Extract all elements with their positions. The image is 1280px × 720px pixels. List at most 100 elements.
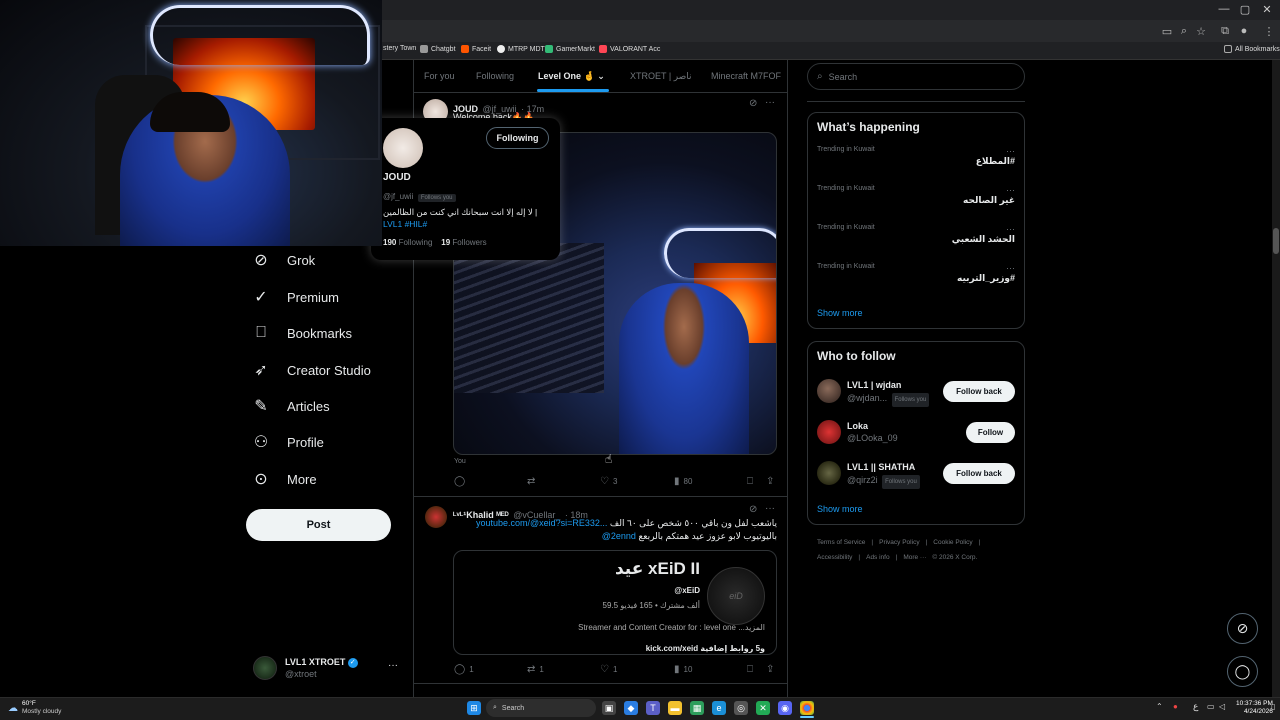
sidebar-item-articles[interactable]: ✎ Articles bbox=[250, 391, 329, 421]
privacy-link[interactable]: Privacy Policy bbox=[879, 539, 919, 546]
mic-icon[interactable]: ● bbox=[1173, 702, 1178, 711]
trend-item[interactable]: Trending in Kuwait ··· #المطلاع bbox=[817, 146, 1015, 167]
following-label[interactable]: Following bbox=[399, 238, 433, 247]
avatar[interactable] bbox=[817, 461, 841, 485]
share-button[interactable]: ⇪ bbox=[766, 664, 774, 675]
tab-level-one[interactable]: Level One 🤞 ⌄ bbox=[538, 71, 605, 82]
hovercard-handle[interactable]: @jf_uwii bbox=[383, 192, 413, 201]
avatar[interactable] bbox=[817, 420, 841, 444]
like-button[interactable]: ♡ 3 bbox=[600, 476, 617, 487]
share-button[interactable]: ⇪ bbox=[766, 476, 774, 487]
bookmark-item[interactable]: GamerMarkt bbox=[545, 45, 595, 53]
sidebar-item-creator-studio[interactable]: ➶ Creator Studio bbox=[250, 355, 371, 385]
follow-button[interactable]: Follow bbox=[966, 422, 1015, 443]
discord-icon[interactable]: ◉ bbox=[778, 701, 792, 715]
more-icon[interactable]: ··· bbox=[765, 97, 775, 108]
more-icon[interactable]: ··· bbox=[1006, 224, 1015, 234]
followers-label[interactable]: Followers bbox=[452, 238, 486, 247]
more-icon[interactable]: ··· bbox=[1006, 185, 1015, 195]
trend-item[interactable]: Trending in Kuwait ··· الحشد الشعبي bbox=[817, 224, 1015, 245]
hovercard-name[interactable]: JOUD bbox=[383, 172, 411, 183]
tab-minecraft[interactable]: Minecraft M7FOF bbox=[711, 71, 781, 81]
task-view-icon[interactable]: ▣ bbox=[602, 701, 616, 715]
reply-button[interactable]: ◯ bbox=[454, 476, 469, 487]
terms-link[interactable]: Terms of Service bbox=[817, 539, 865, 546]
cast-icon[interactable]: ▭ bbox=[1160, 25, 1174, 38]
retweet-button[interactable]: ⇄ 1 bbox=[527, 664, 544, 675]
accessibility-link[interactable]: Accessibility bbox=[817, 554, 852, 561]
like-button[interactable]: ♡ 1 bbox=[600, 664, 617, 675]
show-more-trends-link[interactable]: Show more bbox=[817, 308, 863, 318]
bookmark-button[interactable]: ⎕ bbox=[747, 476, 753, 487]
chrome-icon[interactable] bbox=[800, 701, 814, 715]
followers-count[interactable]: 19 bbox=[441, 238, 450, 247]
messages-float-button[interactable]: ◯ bbox=[1227, 656, 1258, 687]
weather-widget[interactable]: ☁ 60°F Mostly cloudy bbox=[8, 700, 61, 716]
profile-icon[interactable]: ● bbox=[1237, 25, 1251, 37]
edge-icon[interactable]: e bbox=[712, 701, 726, 715]
copilot-icon[interactable]: ◆ bbox=[624, 701, 638, 715]
suggested-user[interactable]: Loka @LOoka_09 bbox=[847, 420, 898, 444]
app-icon[interactable]: ◎ bbox=[734, 701, 748, 715]
following-button[interactable]: Following bbox=[486, 127, 549, 149]
tab-xtroet[interactable]: XTROET | ناصر bbox=[630, 71, 692, 82]
ads-info-link[interactable]: Ads info bbox=[866, 554, 890, 561]
sidebar-item-premium[interactable]: ✓ Premium bbox=[250, 282, 339, 312]
link-preview-card[interactable]: eiD عيد xEiD II @xEiD 59.5 ألف مشترك • 1… bbox=[453, 550, 777, 655]
sidebar-item-profile[interactable]: ⚇ Profile bbox=[250, 427, 324, 457]
cookie-link[interactable]: Cookie Policy bbox=[933, 539, 972, 546]
bookmark-item[interactable]: Faceit bbox=[461, 45, 491, 53]
more-icon[interactable]: ··· bbox=[1006, 146, 1015, 156]
follow-back-button[interactable]: Follow back bbox=[943, 463, 1015, 484]
language-indicator[interactable]: ع bbox=[1193, 701, 1198, 712]
following-count[interactable]: 190 bbox=[383, 238, 396, 247]
chevron-down-icon[interactable]: ⌄ bbox=[597, 71, 605, 81]
clock[interactable]: 10:37:36 PM 4/24/2026 bbox=[1236, 700, 1273, 716]
notification-icon[interactable]: ▯ bbox=[1271, 702, 1275, 711]
tweet-link[interactable]: youtube.com/@xeid?si=RE332... bbox=[476, 518, 607, 528]
avatar[interactable] bbox=[383, 128, 423, 168]
bookmark-item[interactable]: Chatgbt bbox=[420, 45, 456, 53]
all-bookmarks[interactable]: All Bookmarks bbox=[1224, 45, 1280, 53]
avatar[interactable] bbox=[817, 379, 841, 403]
retweet-button[interactable]: ⇄ bbox=[527, 476, 539, 487]
teams-icon[interactable]: T bbox=[646, 701, 660, 715]
volume-icon[interactable]: ◁ bbox=[1219, 702, 1225, 711]
search-input[interactable]: ⌕ Search bbox=[807, 63, 1025, 90]
minimize-icon[interactable]: — bbox=[1214, 3, 1234, 15]
bio-hashtags[interactable]: #LVL1 #HIL bbox=[383, 219, 427, 229]
sidebar-item-bookmarks[interactable]: ⎕ Bookmarks bbox=[250, 318, 352, 348]
tab-following[interactable]: Following bbox=[476, 71, 514, 81]
views-button[interactable]: ▮ 10 bbox=[674, 664, 692, 675]
maximize-icon[interactable]: ▢ bbox=[1235, 3, 1255, 16]
network-icon[interactable]: ▭ bbox=[1207, 702, 1215, 711]
trend-item[interactable]: Trending in Kuwait ··· غير الصالحه bbox=[817, 185, 1015, 206]
bookmark-item[interactable]: VALORANT Acc bbox=[599, 45, 660, 53]
extensions-icon[interactable]: ⧉ bbox=[1218, 25, 1232, 38]
page-scrollbar[interactable] bbox=[1272, 60, 1280, 700]
bookmark-item[interactable]: stery Town bbox=[383, 45, 416, 52]
xbox-icon[interactable]: ✕ bbox=[756, 701, 770, 715]
post-button[interactable]: Post bbox=[246, 509, 391, 541]
more-icon[interactable]: ··· bbox=[1006, 263, 1015, 273]
taskbar-search[interactable]: ⌕ Search bbox=[486, 699, 596, 717]
grok-float-button[interactable]: ⊘ bbox=[1227, 613, 1258, 644]
close-icon[interactable]: ✕ bbox=[1257, 3, 1277, 16]
store-icon[interactable]: ▦ bbox=[690, 701, 704, 715]
more-icon[interactable]: ··· bbox=[765, 503, 775, 514]
tray-chevron-icon[interactable]: ⌃ bbox=[1156, 702, 1163, 711]
avatar[interactable] bbox=[425, 506, 447, 528]
tweet-mention[interactable]: @2ennd bbox=[602, 531, 636, 541]
account-switcher[interactable]: LVL1 XTROET ✓ @xtroet bbox=[253, 655, 403, 681]
sidebar-item-more[interactable]: ⊙ More bbox=[250, 464, 316, 494]
trend-item[interactable]: Trending in Kuwait ··· #وزير_التربيه bbox=[817, 263, 1015, 284]
more-link[interactable]: More ··· bbox=[903, 554, 926, 561]
views-button[interactable]: ▮ 80 bbox=[674, 476, 692, 487]
suggested-user[interactable]: LVL1 || SHATHA @qirz2i Follows you bbox=[847, 461, 920, 489]
bookmark-item[interactable]: MTRP MDT bbox=[497, 45, 545, 53]
menu-kebab-icon[interactable]: ⋮ bbox=[1262, 25, 1276, 38]
tab-for-you[interactable]: For you bbox=[424, 71, 455, 81]
reply-button[interactable]: ◯ 1 bbox=[454, 664, 474, 675]
file-explorer-icon[interactable]: ▬ bbox=[668, 701, 682, 715]
show-more-follow-link[interactable]: Show more bbox=[817, 504, 863, 514]
